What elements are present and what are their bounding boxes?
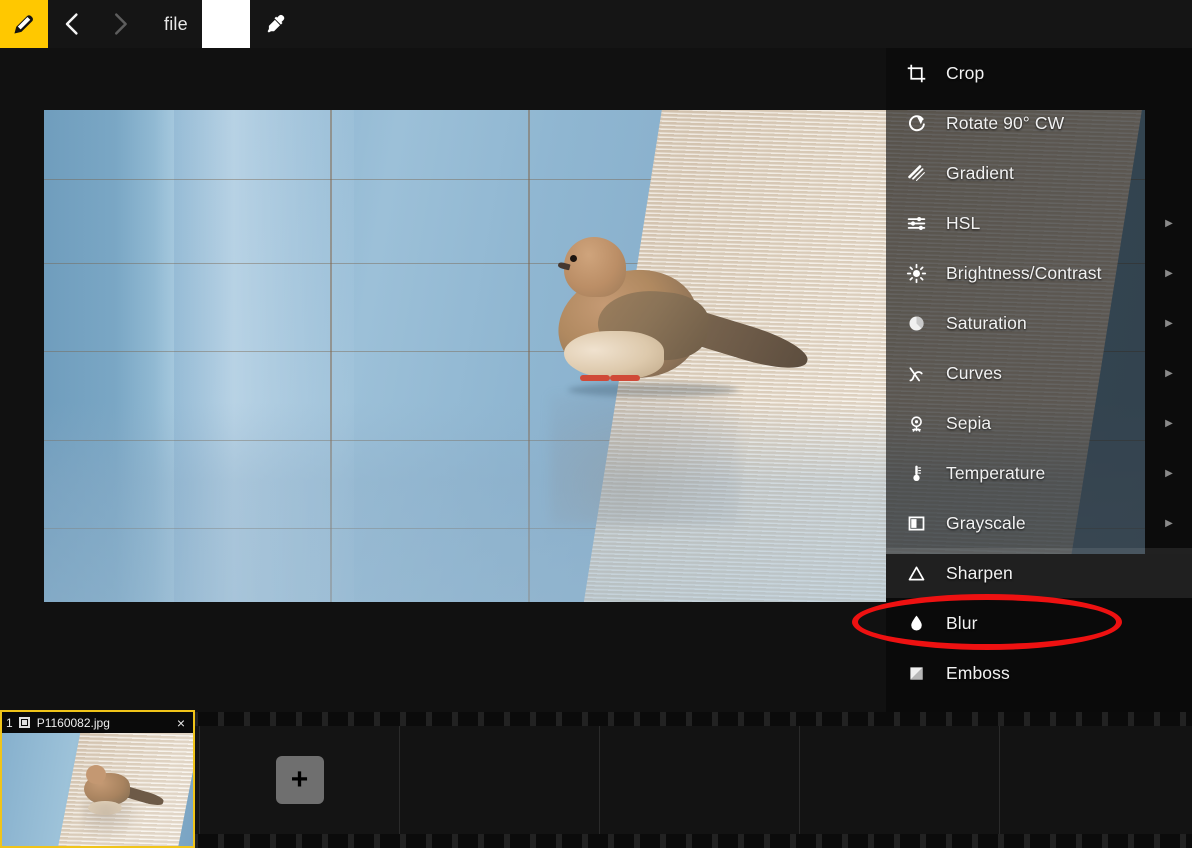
menu-item-label: Sharpen <box>946 562 1013 583</box>
menu-item-sharpen[interactable]: Sharpen ▶ <box>886 548 1192 598</box>
sepia-icon <box>886 413 946 434</box>
top-toolbar: file <box>0 0 1192 48</box>
thumbnail-card[interactable]: 1 P1160082.jpg × <box>0 710 195 848</box>
thumb-bird-reflection <box>82 800 143 841</box>
chevron-right-icon <box>105 9 135 39</box>
menu-item-label: HSL <box>946 212 981 233</box>
menu-item-label: Gradient <box>946 162 1014 183</box>
eyedropper-icon <box>264 12 288 36</box>
submenu-arrow-icon: ▶ <box>1165 367 1173 379</box>
edit-tool-button[interactable] <box>0 0 48 48</box>
menu-item-blur[interactable]: Blur ▶ <box>886 598 1192 648</box>
image-editor-window: file Crop Rotate 90° CW Gradient HSL ▶ B… <box>0 0 1192 848</box>
droplet-icon <box>886 613 946 634</box>
eyedropper-tool-button[interactable] <box>250 0 302 48</box>
menu-item-grayscale[interactable]: Grayscale ▶ <box>886 498 1192 548</box>
submenu-arrow-icon: ▶ <box>1165 467 1173 479</box>
menu-item-label: Curves <box>946 362 1003 383</box>
submenu-arrow-icon: ▶ <box>1165 417 1173 429</box>
menu-item-curves[interactable]: Curves ▶ <box>886 348 1192 398</box>
menu-item-brightness-contrast[interactable]: Brightness/Contrast ▶ <box>886 248 1192 298</box>
emboss-icon <box>886 663 946 684</box>
file-menu-button[interactable]: file <box>144 14 202 35</box>
chevron-left-icon <box>57 9 87 39</box>
menu-item-label: Rotate 90° CW <box>946 112 1065 133</box>
filmstrip: + 1 P1160082.jpg × <box>0 710 1192 848</box>
add-image-button[interactable]: + <box>275 756 324 804</box>
menu-item-crop[interactable]: Crop ▶ <box>886 48 1192 98</box>
thumbnail-filename: P1160082.jpg <box>36 715 110 730</box>
nav-back-button[interactable] <box>48 0 96 48</box>
filmstrip-slot-empty[interactable] <box>800 726 1000 834</box>
menu-item-temperature[interactable]: Temperature ▶ <box>886 448 1192 498</box>
menu-item-gradient[interactable]: Gradient ▶ <box>886 148 1192 198</box>
menu-item-label: Grayscale <box>946 512 1026 533</box>
menu-item-label: Brightness/Contrast <box>946 262 1102 283</box>
submenu-arrow-icon: ▶ <box>1165 317 1173 329</box>
menu-item-rotate-90-cw[interactable]: Rotate 90° CW ▶ <box>886 98 1192 148</box>
crop-icon <box>886 63 946 84</box>
filmstrip-slot-empty[interactable] <box>600 726 800 834</box>
menu-item-sepia[interactable]: Sepia ▶ <box>886 398 1192 448</box>
thumbnail-index: 1 <box>6 715 13 730</box>
menu-item-label: Blur <box>946 612 978 633</box>
menu-item-label: Sepia <box>946 412 992 433</box>
thumbnail-image[interactable] <box>2 733 193 846</box>
color-swatch[interactable] <box>201 0 250 48</box>
sharpen-icon <box>886 563 946 584</box>
menu-item-label: Saturation <box>946 312 1027 333</box>
saturation-icon <box>886 313 946 334</box>
filmstrip-slot-empty[interactable] <box>400 726 600 834</box>
curves-icon <box>886 363 946 384</box>
thumbnail-titlebar: 1 P1160082.jpg × <box>2 712 193 733</box>
submenu-arrow-icon: ▶ <box>1165 217 1173 229</box>
rotate-cw-icon <box>886 113 946 134</box>
thumbnail-close-button[interactable]: × <box>169 715 193 731</box>
sliders-icon <box>886 213 946 234</box>
brightness-icon <box>886 263 946 284</box>
filmstrip-slot-empty[interactable] <box>1000 726 1192 834</box>
submenu-arrow-icon: ▶ <box>1165 517 1173 529</box>
add-image-slot[interactable]: + <box>200 726 400 834</box>
gradient-icon <box>886 163 946 184</box>
filters-panel: P1160082.jpg 2838x1263 NaN undefined ? <box>852 0 1192 712</box>
menu-item-label: Temperature <box>946 462 1046 483</box>
menu-item-emboss[interactable]: Emboss ▶ <box>886 648 1192 698</box>
menu-item-saturation[interactable]: Saturation ▶ <box>886 298 1192 348</box>
submenu-arrow-icon: ▶ <box>1165 267 1173 279</box>
grayscale-icon <box>886 513 946 534</box>
menu-item-label: Crop <box>946 62 985 83</box>
menu-item-label: Emboss <box>946 662 1010 683</box>
nav-forward-button[interactable] <box>96 0 144 48</box>
thermometer-icon <box>886 463 946 484</box>
pencil-icon <box>11 11 37 37</box>
filters-menu: Crop ▶ Rotate 90° CW ▶ <box>852 48 1192 712</box>
menu-item-hsl[interactable]: HSL ▶ <box>886 198 1192 248</box>
thumbnail-state-icon <box>18 717 30 728</box>
